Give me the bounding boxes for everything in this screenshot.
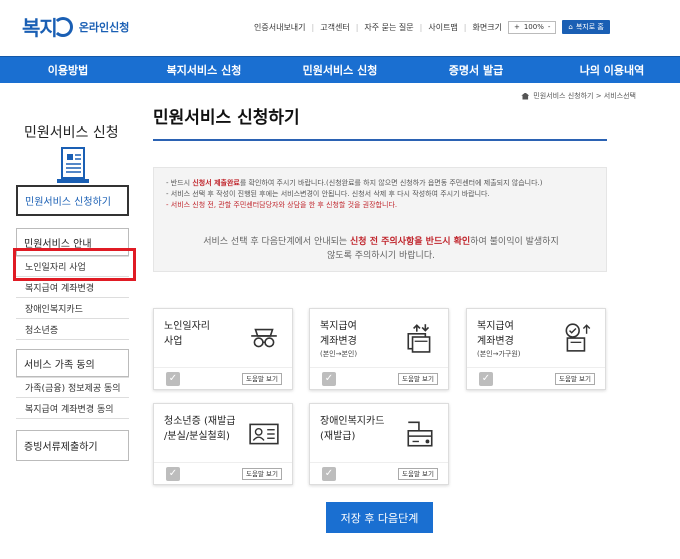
notice-main-text: 서비스 선택 후 다음단계에서 안내되는 신청 전 주의사항을 반드시 확인하여… xyxy=(203,237,559,261)
breadcrumb-path: 민원서비스 신청하기 > 서비스선택 xyxy=(533,92,636,100)
home-button-label: 복지로 홈 xyxy=(575,23,604,31)
divider: | xyxy=(355,22,359,32)
service-card-youth-card[interactable]: 청소년증 (재발급/분실/분실철회) ✓ 도움말 보기 xyxy=(153,403,293,485)
save-next-button[interactable]: 저장 후 다음단계 xyxy=(326,502,433,533)
card-footer: ✓ 도움말 보기 xyxy=(154,367,292,389)
nav-item-welfare-apply[interactable]: 복지서비스 신청 xyxy=(136,57,272,83)
sidebar-section-label: 서비스 가족 동의 xyxy=(24,359,95,371)
notice-item: 반드시 신청서 제출완료를 확인하여 주시기 바랍니다.(신청완료를 하지 않으… xyxy=(166,178,543,189)
help-button[interactable]: 도움말 보기 xyxy=(398,468,438,480)
sidebar-item-youth-card[interactable]: 청소년증 xyxy=(16,319,129,340)
zoom-control: + 100% - xyxy=(507,20,557,34)
zoom-value: 100% xyxy=(523,23,544,31)
select-checkbox[interactable]: ✓ xyxy=(166,372,180,386)
select-checkbox[interactable]: ✓ xyxy=(322,467,336,481)
id-card-icon xyxy=(249,423,279,445)
help-button[interactable]: 도움말 보기 xyxy=(242,373,282,385)
card-subtitle: (본인→가구원) xyxy=(477,350,521,358)
home-icon[interactable] xyxy=(521,92,530,100)
util-link-customer-center[interactable]: 고객센터 xyxy=(320,22,349,33)
nav-item-civil-apply[interactable]: 민원서비스 신청 xyxy=(272,57,408,83)
card-title: 복지급여 계좌변경 xyxy=(320,321,357,347)
divider: | xyxy=(419,22,423,32)
service-card-account-change-self[interactable]: 복지급여 계좌변경 (본인→본인) ✓ 도움말 보기 xyxy=(309,308,449,390)
card-footer: ✓ 도움말 보기 xyxy=(467,367,605,389)
logo-mark: 복지 xyxy=(22,16,58,40)
document-form-icon xyxy=(57,147,89,183)
nav-item-usage[interactable]: 이용방법 xyxy=(0,57,136,83)
card-footer: ✓ 도움말 보기 xyxy=(310,367,448,389)
notice-box: 반드시 신청서 제출완료를 확인하여 주시기 바랍니다.(신청완료를 하지 않으… xyxy=(153,167,607,272)
page-title: 민원서비스 신청하기 xyxy=(153,108,300,128)
logo-circle-icon xyxy=(52,16,73,37)
nav-item-my-history[interactable]: 나의 이용내역 xyxy=(544,57,680,83)
card-title: 노인일자리 사업 xyxy=(164,321,210,347)
help-button[interactable]: 도움말 보기 xyxy=(398,373,438,385)
help-button[interactable]: 도움말 보기 xyxy=(242,468,282,480)
welfare-home-button[interactable]: ⌂ 복지로 홈 xyxy=(562,20,610,34)
select-checkbox[interactable]: ✓ xyxy=(479,372,493,386)
nav-item-certificate[interactable]: 증명서 발급 xyxy=(408,57,544,83)
card-footer: ✓ 도움말 보기 xyxy=(310,462,448,484)
divider: | xyxy=(463,22,467,32)
sidebar-item-label: 민원서비스 신청하기 xyxy=(25,197,111,208)
logo-text: 온라인신청 xyxy=(78,20,130,34)
zoom-in-button[interactable]: + xyxy=(514,23,520,31)
notice-item: 서비스 신청 전, 관할 주민센터담당자와 상담을 한 후 신청할 것을 권장합… xyxy=(166,200,543,211)
sidebar-section-family[interactable]: 서비스 가족 동의 xyxy=(16,349,129,377)
help-button[interactable]: 도움말 보기 xyxy=(555,373,595,385)
card-title: 장애인복지카드 (재발급) xyxy=(320,416,385,442)
util-link-cert-export[interactable]: 인증서내보내기 xyxy=(254,22,306,33)
highlight-box xyxy=(13,248,136,281)
service-card-disability-card[interactable]: 장애인복지카드 (재발급) ✓ 도움말 보기 xyxy=(309,403,449,485)
home-icon: ⌂ xyxy=(568,23,573,31)
card-title: 복지급여 계좌변경 xyxy=(477,321,514,347)
sidebar-section-label: 증빙서류제출하기 xyxy=(24,442,98,453)
title-divider xyxy=(153,139,607,141)
divider: | xyxy=(311,22,315,32)
sidebar-item-civil-apply[interactable]: 민원서비스 신청하기 xyxy=(16,185,129,216)
family-account-icon xyxy=(565,323,591,352)
select-checkbox[interactable]: ✓ xyxy=(166,467,180,481)
utility-menu: 인증서내보내기 | 고객센터 | 자주 묻는 질문 | 사이트맵 | 화면크기 … xyxy=(254,20,610,34)
util-link-sitemap[interactable]: 사이트맵 xyxy=(428,22,457,33)
font-size-label: 화면크기 xyxy=(472,22,502,32)
card-title: 청소년증 (재발급/분실/분실철회) xyxy=(164,416,236,442)
main-navigation: 이용방법 복지서비스 신청 민원서비스 신청 증명서 발급 나의 이용내역 xyxy=(0,56,680,83)
service-card-account-change-family[interactable]: 복지급여 계좌변경 (본인→가구원) ✓ 도움말 보기 xyxy=(466,308,606,390)
select-checkbox[interactable]: ✓ xyxy=(322,372,336,386)
account-change-icon xyxy=(407,324,431,353)
card-subtitle: (본인→본인) xyxy=(320,350,358,358)
card-footer: ✓ 도움말 보기 xyxy=(154,462,292,484)
site-logo[interactable]: 복지 온라인신청 xyxy=(22,12,129,41)
notice-item: 서비스 선택 후 작성이 진행된 후에는 서비스변경이 안됩니다. 신청서 삭제… xyxy=(166,189,543,200)
elder-glasses-icon xyxy=(251,328,277,348)
zoom-out-button[interactable]: - xyxy=(548,23,551,31)
sidebar-item-family-consent[interactable]: 가족(금융) 정보제공 동의 xyxy=(16,377,129,398)
util-link-faq[interactable]: 자주 묻는 질문 xyxy=(364,22,413,33)
sidebar-item-account-consent[interactable]: 복지급여 계좌변경 동의 xyxy=(16,398,129,419)
sidebar-section-submit[interactable]: 증빙서류제출하기 xyxy=(16,430,129,461)
sidebar-item-disability-card[interactable]: 장애인복지카드 xyxy=(16,298,129,319)
service-card-elder-job[interactable]: 노인일자리 사업 ✓ 도움말 보기 xyxy=(153,308,293,390)
sidebar-title: 민원서비스 신청 xyxy=(24,125,119,141)
notice-list: 반드시 신청서 제출완료를 확인하여 주시기 바랍니다.(신청완료를 하지 않으… xyxy=(166,178,543,211)
welfare-card-icon xyxy=(407,421,433,447)
breadcrumb: 민원서비스 신청하기 > 서비스선택 xyxy=(521,91,636,101)
